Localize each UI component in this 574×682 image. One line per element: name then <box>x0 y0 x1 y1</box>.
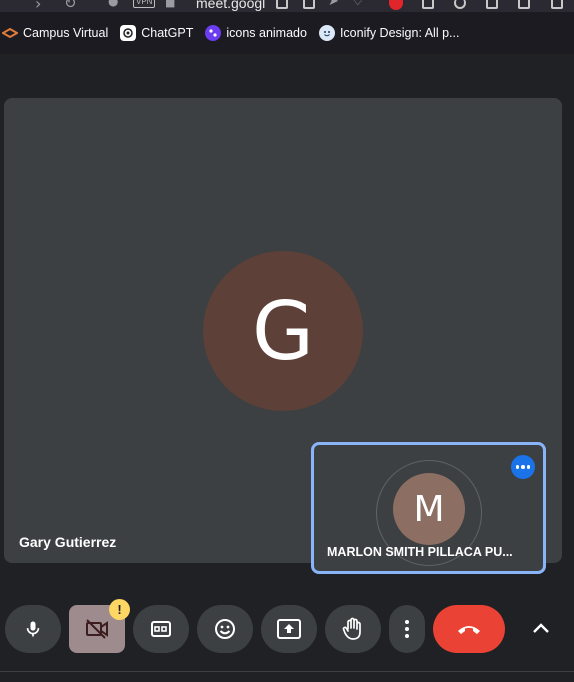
end-call-icon <box>456 623 482 635</box>
lock-icon: ■ <box>165 0 176 9</box>
browser-toolbar: › ↻ ● VPN ■ meet.googl ➤ ♡ <box>0 0 574 12</box>
self-participant-name: MARLON SMITH PILLACA PU... <box>327 545 513 559</box>
pip-icon[interactable] <box>303 0 315 9</box>
microphone-icon <box>23 619 43 639</box>
menu-icon[interactable] <box>551 0 563 9</box>
vpn-badge[interactable]: VPN <box>133 0 156 8</box>
captions-icon <box>151 621 171 637</box>
iconify-icon <box>318 24 335 41</box>
main-participant-name: Gary Gutierrez <box>19 534 117 550</box>
main-participant-avatar: G <box>203 251 363 411</box>
favorite-icon[interactable]: ♡ <box>352 0 364 9</box>
more-options-button[interactable] <box>389 605 425 653</box>
microphone-button[interactable] <box>5 605 61 653</box>
emoji-icon <box>214 618 236 640</box>
present-screen-button[interactable] <box>261 605 317 653</box>
campus-virtual-icon <box>2 25 18 41</box>
captions-button[interactable] <box>133 605 189 653</box>
camera-off-icon <box>85 619 109 639</box>
bookmarks-bar: Campus Virtual ChatGPT icons animado Ico… <box>0 12 574 54</box>
camera-warning-badge[interactable]: ! <box>109 599 130 620</box>
self-participant-tile[interactable]: M MARLON SMITH PILLACA PU... <box>311 442 546 574</box>
self-participant-avatar: M <box>393 473 465 545</box>
address-bar-text[interactable]: meet.googl <box>196 0 265 11</box>
emoji-reactions-button[interactable] <box>197 605 253 653</box>
meeting-stage: G Gary Gutierrez M MARLON SMITH PILLACA … <box>0 55 574 682</box>
forward-icon[interactable]: › <box>35 0 41 12</box>
bookmark-label: icons animado <box>226 25 307 40</box>
profile-icon[interactable] <box>454 0 466 9</box>
chatgpt-icon <box>120 24 137 41</box>
extensions-icon[interactable] <box>422 0 434 9</box>
tile-more-options-button[interactable] <box>511 455 535 479</box>
bookmark-campus-virtual[interactable]: Campus Virtual <box>2 25 108 41</box>
raise-hand-button[interactable] <box>325 605 381 653</box>
send-icon[interactable]: ➤ <box>328 0 339 9</box>
expand-button[interactable] <box>525 616 557 644</box>
bookmark-icons-animado[interactable]: icons animado <box>205 24 307 41</box>
more-vert-icon <box>405 620 409 638</box>
security-icon[interactable]: ● <box>108 0 118 8</box>
bookmark-label: Iconify Design: All p... <box>339 25 460 40</box>
download-icon[interactable] <box>486 0 498 9</box>
raise-hand-icon <box>342 617 364 641</box>
reload-icon[interactable]: ↻ <box>64 0 77 12</box>
bookmark-chatgpt[interactable]: ChatGPT <box>120 24 194 41</box>
bookmark-label: Campus Virtual <box>23 25 109 40</box>
present-icon <box>277 619 301 639</box>
bookmark-iconify[interactable]: Iconify Design: All p... <box>318 24 460 41</box>
leave-call-button[interactable] <box>433 605 505 653</box>
window-icon[interactable] <box>518 0 530 9</box>
divider <box>0 671 574 672</box>
bookmark-label: ChatGPT <box>141 25 194 40</box>
adblock-shield-icon[interactable] <box>389 0 403 10</box>
screenshot-icon[interactable] <box>276 0 288 9</box>
chevron-up-icon <box>532 621 550 639</box>
icons-animado-icon <box>205 24 222 41</box>
